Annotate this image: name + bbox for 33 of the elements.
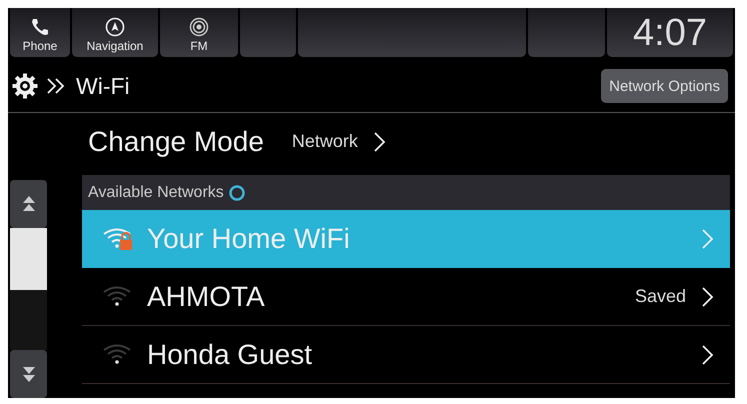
chevron-right-icon	[700, 344, 714, 366]
network-name: Honda Guest	[147, 338, 312, 370]
phone-icon	[30, 17, 50, 37]
double-up-arrow-icon	[22, 195, 36, 213]
double-down-arrow-icon	[22, 365, 36, 383]
network-options-button[interactable]: Network Options	[601, 69, 728, 103]
section-title: Available Networks	[88, 184, 224, 202]
settings-icon	[12, 73, 38, 99]
scroll-down-button[interactable]	[10, 350, 47, 398]
chevron-right-icon	[372, 130, 386, 152]
chevron-right-icon	[700, 286, 714, 308]
app-tab[interactable]: Phone	[10, 8, 70, 57]
network-status: Saved	[634, 286, 686, 307]
scrollbar-thumb[interactable]	[10, 228, 47, 290]
breadcrumb-title: Wi-Fi	[76, 72, 130, 100]
app-tab[interactable]: Navigation	[72, 8, 158, 57]
radio-signal-icon	[189, 17, 209, 37]
network-row[interactable]: AHMOTA Saved	[82, 268, 730, 326]
network-name: AHMOTA	[147, 280, 265, 312]
mode-value: Network	[292, 131, 358, 152]
scroll-up-button[interactable]	[10, 180, 47, 228]
wifi-icon	[102, 284, 133, 309]
chevron-right-icon	[700, 228, 714, 250]
clock-time: 4:07	[633, 11, 707, 55]
change-mode-row[interactable]: Change Mode Network	[82, 113, 402, 170]
change-mode-label: Change Mode	[88, 126, 264, 158]
wifi-icon	[102, 342, 133, 367]
network-name: Your Home WiFi	[147, 222, 350, 254]
compass-icon	[105, 17, 125, 37]
empty-tab-slot	[240, 8, 296, 57]
network-row[interactable]: Honda Guest	[82, 326, 730, 384]
double-chevron-icon	[46, 77, 66, 95]
app-tab[interactable]: FM	[160, 8, 238, 57]
